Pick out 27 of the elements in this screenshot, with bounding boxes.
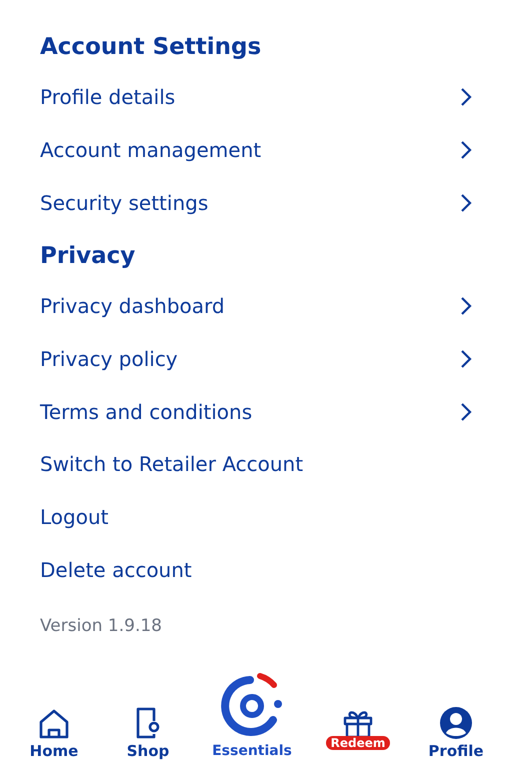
- chevron-icon: [460, 192, 472, 212]
- nav-button[interactable]: Profile: [408, 706, 504, 764]
- settings-link[interactable]: Privacy dashboard: [40, 294, 225, 318]
- chevron-icon: [460, 348, 472, 368]
- section-heading: Account Settings: [40, 34, 262, 62]
- settings-link[interactable]: Privacy policy: [40, 346, 178, 370]
- home-icon: [38, 708, 70, 740]
- nav-button[interactable]: Redeem: [308, 708, 408, 764]
- action-link[interactable]: Switch to Retailer Account: [40, 452, 304, 476]
- settings-link[interactable]: Profile details: [40, 84, 176, 108]
- settings-link[interactable]: Account management: [40, 138, 262, 162]
- action-link[interactable]: Delete account: [40, 558, 192, 582]
- settings-link[interactable]: Security settings: [40, 190, 208, 214]
- nav-button[interactable]: Essentials: [196, 670, 308, 764]
- chevron-icon: [460, 296, 472, 316]
- chevron-icon: [460, 86, 472, 106]
- chevron-icon: [460, 402, 472, 422]
- action-link[interactable]: Logout: [40, 505, 108, 529]
- nav-button[interactable]: Shop: [100, 706, 196, 764]
- nav-button[interactable]: Home: [8, 708, 100, 764]
- profile-icon: [439, 706, 473, 740]
- section-heading: Privacy: [40, 243, 136, 271]
- chevron-icon: [460, 140, 472, 160]
- phone-icon: [134, 706, 162, 740]
- settings-link[interactable]: Terms and conditions: [40, 400, 252, 424]
- redeem-badge: Redeem: [326, 736, 390, 750]
- version-text: Version 1.9.18: [40, 616, 163, 636]
